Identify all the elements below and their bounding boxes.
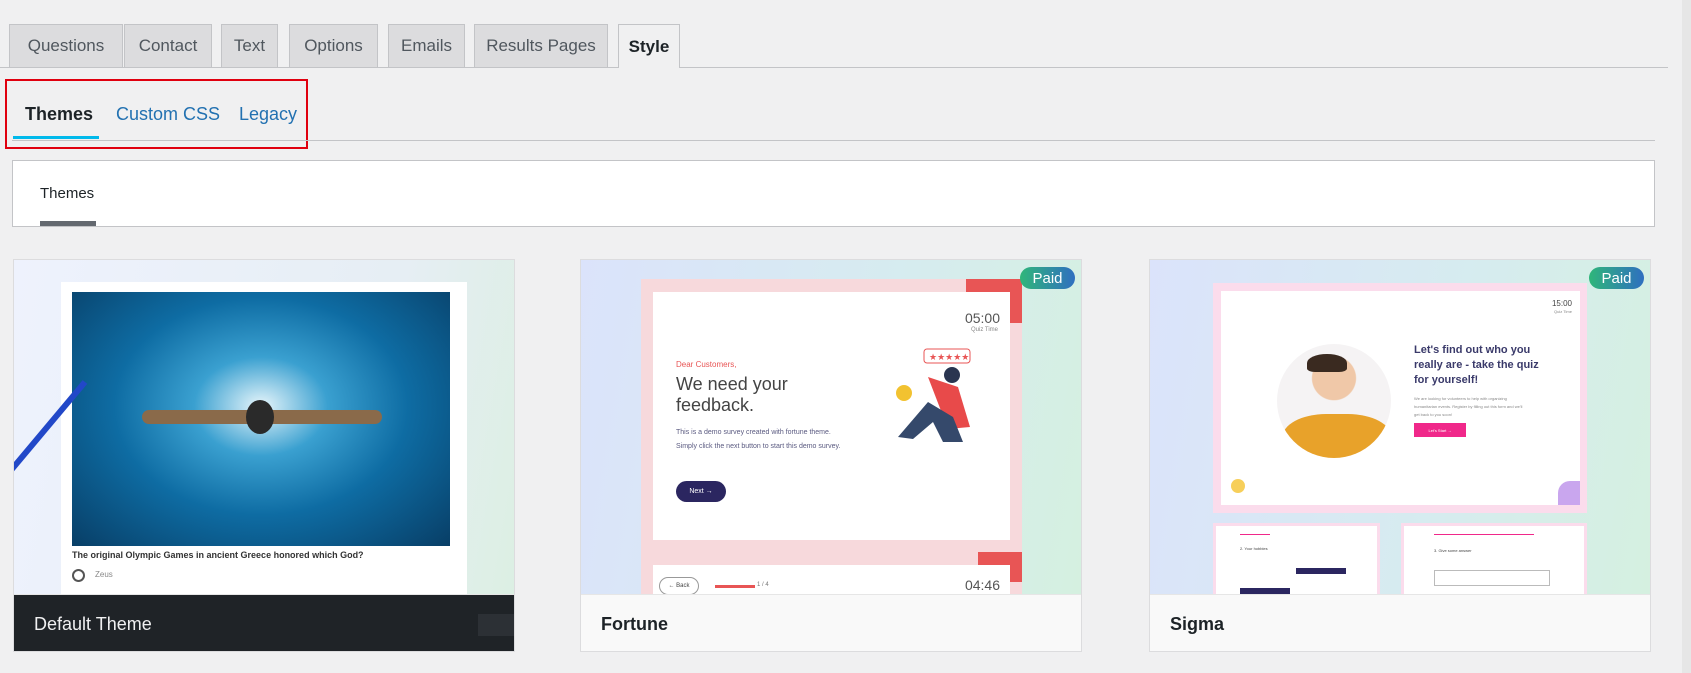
preview-card-2: ← Back 1 / 4 04:46 [653, 565, 1010, 594]
start-button: Let's Start → [1414, 423, 1466, 437]
svg-text:★★★★★: ★★★★★ [929, 352, 969, 362]
timer: 05:00 [964, 310, 1000, 326]
tab-text[interactable]: Text [221, 24, 278, 67]
thumb-question: 2. Your hobbies [1240, 546, 1268, 551]
preview-option: Zeus [95, 570, 113, 579]
tab-emails[interactable]: Emails [388, 24, 465, 67]
greeting: Dear Customers, [676, 360, 737, 369]
theme-card-sigma[interactable]: 15:00 Quiz Time Let's find out who you r… [1149, 259, 1651, 652]
heading: Let's find out who you really are - take… [1414, 344, 1539, 386]
paid-badge: Paid [1589, 267, 1644, 289]
person-image [1277, 344, 1391, 458]
theme-preview: 05:00 Quiz Time Dear Customers, We need … [581, 260, 1081, 594]
timer: 15:00 [1551, 299, 1572, 308]
timer-label: Quiz Time [970, 327, 998, 333]
thumb-question: 3. Give some answer [1434, 548, 1472, 553]
theme-name: Default Theme [14, 594, 514, 651]
themes-panel: Themes [12, 160, 1655, 227]
preview-question: The original Olympic Games in ancient Gr… [72, 550, 364, 560]
preview-card: 05:00 Quiz Time Dear Customers, We need … [653, 292, 1010, 540]
tab-results-pages[interactable]: Results Pages [474, 24, 608, 67]
subtab-custom-css[interactable]: Custom CSS [116, 104, 220, 125]
subtab-legacy[interactable]: Legacy [239, 104, 297, 125]
thumb-card: 3. Give some answer [1404, 526, 1584, 594]
main-tabs: Questions Contact Text Options Emails Re… [0, 24, 1668, 68]
feedback-illustration: ★★★★★ [896, 348, 971, 442]
back-button: ← Back [659, 577, 699, 594]
next-button: Next → [676, 481, 726, 502]
preview-frame: The original Olympic Games in ancient Gr… [14, 282, 467, 594]
preview-frame-2: ← Back 1 / 4 04:46 [641, 552, 1022, 594]
theme-preview: 15:00 Quiz Time Let's find out who you r… [1150, 260, 1650, 594]
swimmer-head [246, 400, 274, 434]
theme-name-label: Default Theme [34, 613, 152, 634]
radio-icon [72, 569, 85, 582]
timer-label: Quiz Time [1553, 309, 1572, 314]
activate-button[interactable] [478, 614, 514, 636]
theme-card-fortune[interactable]: 05:00 Quiz Time Dear Customers, We need … [580, 259, 1082, 652]
preview-frame: 15:00 Quiz Time Let's find out who you r… [1213, 283, 1587, 513]
preview-frame: 05:00 Quiz Time Dear Customers, We need … [641, 279, 1022, 553]
body: We are looking for volunteers to help wi… [1414, 396, 1523, 417]
swimmer-image [14, 292, 450, 546]
timer-2: 04:46 [964, 577, 1000, 593]
heading: We need your feedback. [676, 374, 788, 415]
decor-circle [1231, 479, 1245, 493]
themes-panel-tab[interactable]: Themes [40, 185, 94, 202]
theme-name: Sigma [1150, 594, 1650, 651]
subtab-themes[interactable]: Themes [25, 104, 93, 125]
lane-rope [14, 380, 88, 507]
scrollbar[interactable] [1682, 0, 1691, 673]
tab-style[interactable]: Style [618, 24, 680, 68]
hair [1307, 354, 1347, 372]
thumb-progress [1434, 534, 1534, 535]
progress-text: 1 / 4 [757, 582, 769, 588]
preview-card: 15:00 Quiz Time Let's find out who you r… [1221, 291, 1580, 505]
thumb-textarea [1434, 570, 1550, 586]
tab-contact[interactable]: Contact [124, 24, 212, 67]
divider [12, 140, 1655, 141]
preview-thumb-2: 2. Your hobbies [1213, 523, 1380, 594]
yellow-shirt [1282, 414, 1391, 458]
thumb-progress [1240, 534, 1270, 535]
tab-options[interactable]: Options [289, 24, 378, 67]
paid-badge: Paid [1020, 267, 1075, 289]
theme-name: Fortune [581, 594, 1081, 651]
tab-questions[interactable]: Questions [9, 24, 123, 67]
themes-panel-indicator [40, 221, 96, 226]
body: This is a demo survey created with fortu… [676, 429, 841, 450]
theme-card-default[interactable]: The original Olympic Games in ancient Gr… [13, 259, 515, 652]
active-subtab-indicator [13, 136, 99, 139]
thumb-card: 2. Your hobbies [1216, 526, 1377, 594]
decor-blob [1558, 481, 1580, 505]
theme-preview: The original Olympic Games in ancient Gr… [14, 260, 514, 594]
progress-bar [715, 585, 755, 588]
preview-thumb-3: 3. Give some answer [1401, 523, 1587, 594]
thumb-option [1296, 568, 1346, 574]
